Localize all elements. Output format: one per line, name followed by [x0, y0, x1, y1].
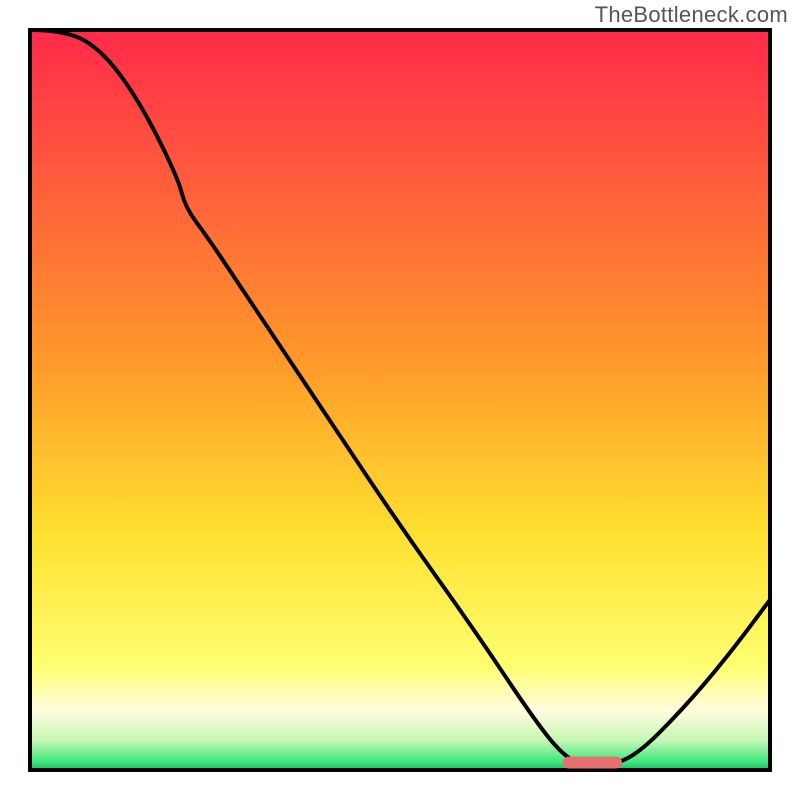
- watermark-text: TheBottleneck.com: [595, 2, 788, 28]
- optimum-marker: [563, 757, 622, 769]
- plot-area: [30, 30, 770, 770]
- chart-svg: [0, 0, 800, 800]
